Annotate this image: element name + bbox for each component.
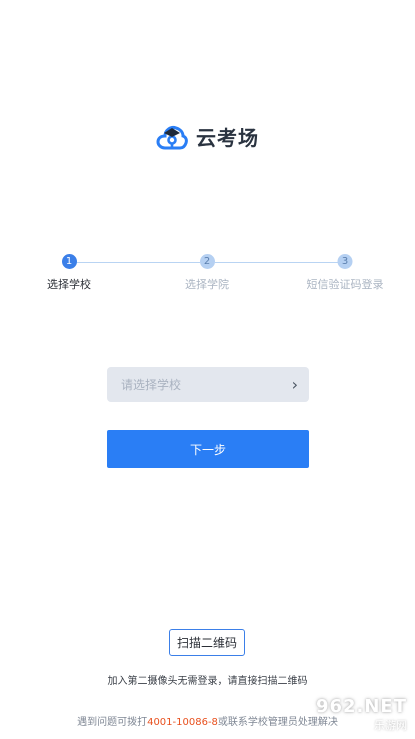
site-watermark: 962.NET 乐游网 [316, 696, 407, 733]
step-label: 选择学校 [47, 278, 91, 291]
next-step-button[interactable]: 下一步 [107, 430, 309, 468]
step-label: 短信验证码登录 [306, 278, 384, 291]
scan-qr-button[interactable]: 扫描二维码 [169, 629, 245, 656]
support-phone-link[interactable]: 4001-10086-8 [147, 717, 218, 728]
watermark-top: 962.NET [315, 696, 407, 717]
school-select[interactable]: 请选择学校 › [107, 367, 309, 402]
chevron-right-icon: › [291, 374, 298, 394]
step-label: 选择学院 [185, 278, 229, 291]
school-select-placeholder: 请选择学校 [121, 378, 182, 392]
watermark-bottom: 乐游网 [374, 719, 407, 732]
step-number: 3 [337, 254, 353, 269]
step-connector [76, 262, 200, 263]
app-logo: 云考场 [0, 122, 415, 151]
app-name: 云考场 [196, 126, 259, 150]
step-number: 2 [199, 254, 215, 269]
login-stepper: 1 选择学校 2 选择学院 3 短信验证码登录 [0, 254, 415, 294]
scan-hint: 加入第二摄像头无需登录，请直接扫描二维码 [107, 676, 308, 687]
step-select-school: 1 选择学校 [47, 254, 91, 292]
step-number: 1 [61, 254, 77, 269]
step-sms-login: 3 短信验证码登录 [307, 254, 384, 292]
cloud-cap-logo-icon [156, 123, 188, 151]
step-select-college: 2 选择学院 [185, 254, 229, 292]
login-page: 云考场 1 选择学校 2 选择学院 3 短信验证码登录 请选择学校 › 下一步 … [0, 0, 415, 739]
footer-prefix: 遇到问题可拨打 [77, 717, 148, 728]
